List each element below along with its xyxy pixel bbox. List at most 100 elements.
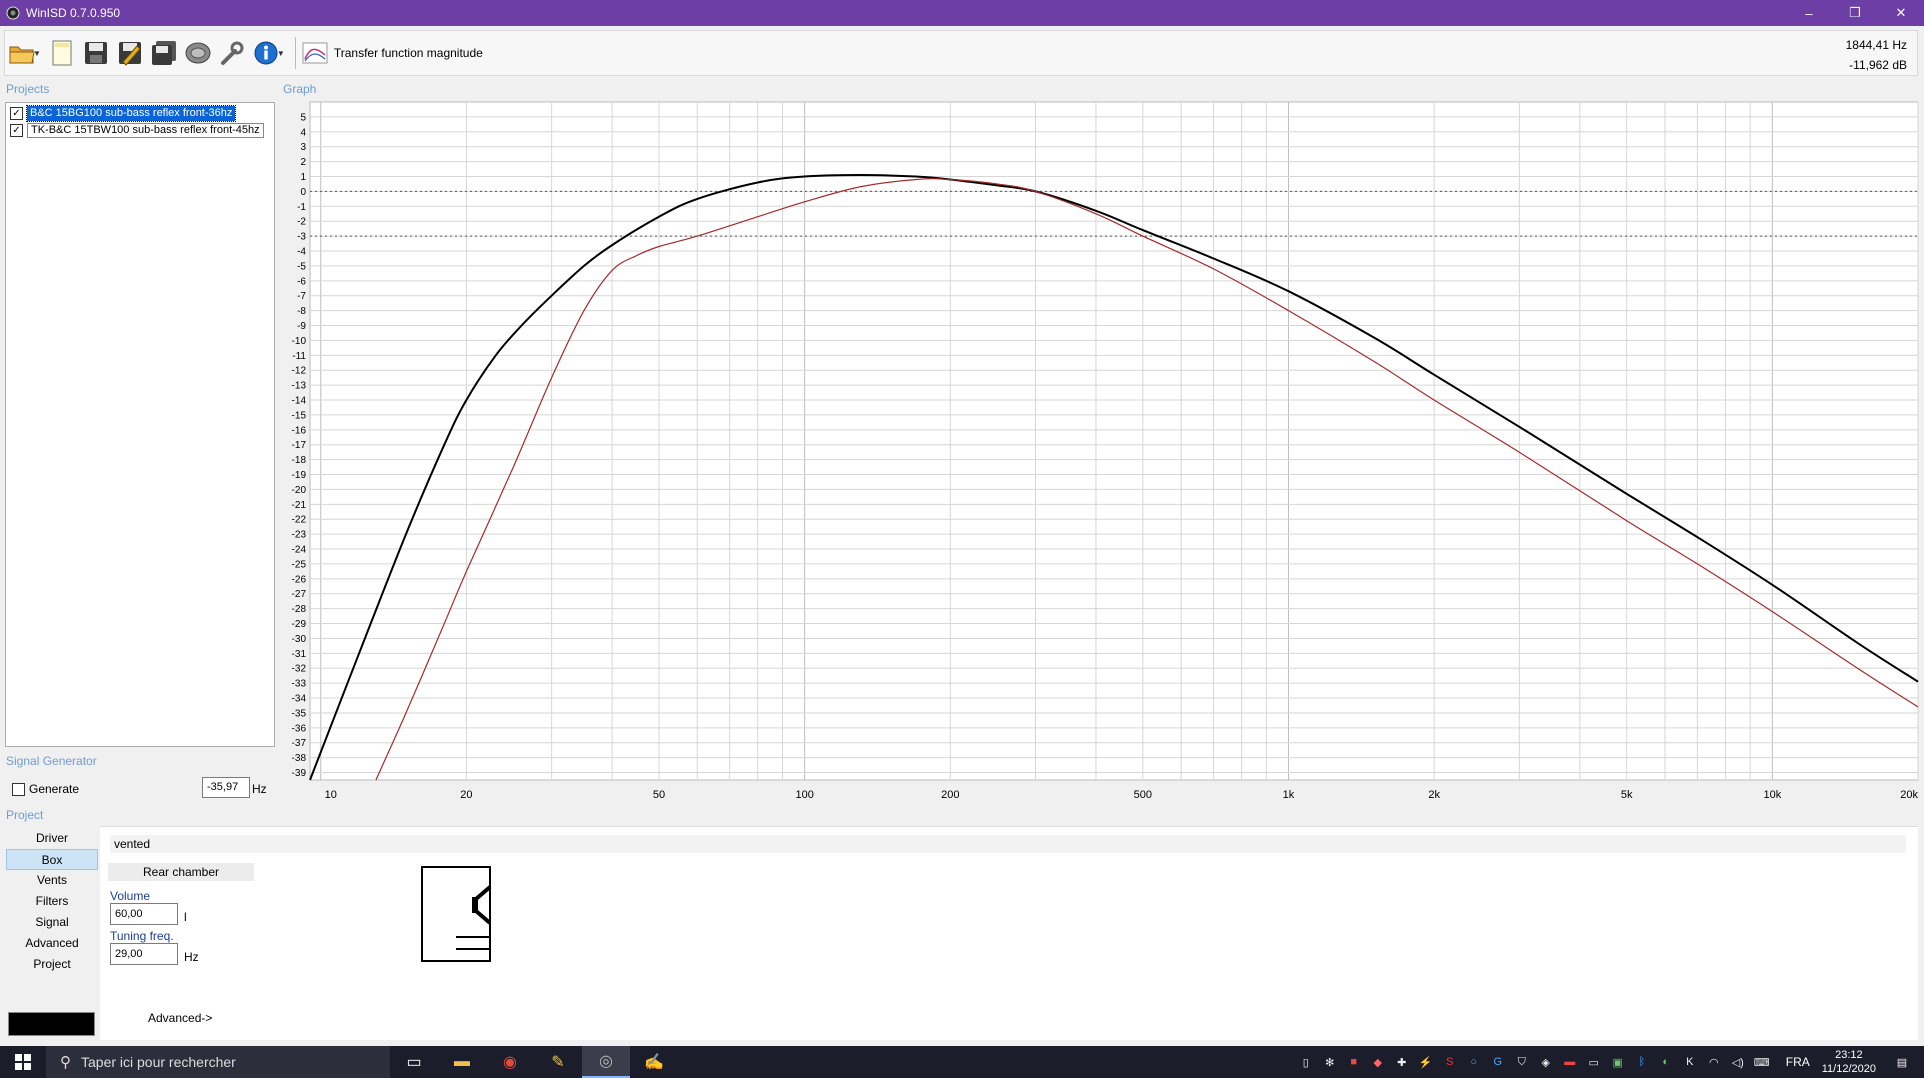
save-icon bbox=[84, 42, 107, 64]
close-button[interactable]: ✕ bbox=[1878, 0, 1924, 26]
graph-panel[interactable]: 5 4 3 2 1 0 -1 -2 -3 -4 -5 -6 -7 -8 -9 -10 -11 -12 -13 -14-… bbox=[278, 100, 1920, 810]
y-tick-label: -10 bbox=[292, 336, 307, 347]
signal-frequency-input[interactable]: -35,97 bbox=[202, 777, 250, 798]
taskbar-clock[interactable]: 23:12 11/12/2020 bbox=[1822, 1048, 1876, 1076]
nav-item-vents[interactable]: Vents bbox=[6, 870, 98, 891]
language-indicator[interactable]: FRA bbox=[1786, 1055, 1810, 1069]
box-type-selector[interactable]: vented bbox=[110, 835, 1906, 853]
nav-item-project[interactable]: Project bbox=[6, 954, 98, 975]
graph-type-selector[interactable]: Transfer function magnitude bbox=[334, 46, 483, 60]
tray-app-icon[interactable]: ✚ bbox=[1390, 1046, 1414, 1078]
tray-app-icon[interactable]: ⚡ bbox=[1414, 1046, 1438, 1078]
save-all-button[interactable] bbox=[147, 33, 181, 73]
tray-app-icon[interactable]: ✻ bbox=[1318, 1046, 1342, 1078]
volume-icon[interactable]: ◁) bbox=[1726, 1046, 1750, 1078]
volume-input[interactable]: 60,00 bbox=[110, 903, 178, 925]
tray-app-icon[interactable]: G bbox=[1486, 1046, 1510, 1078]
rear-chamber-tab[interactable]: Rear chamber bbox=[108, 863, 254, 881]
y-tick-label: -6 bbox=[297, 276, 306, 287]
info-dropdown-arrow-icon[interactable]: ▼ bbox=[277, 49, 285, 58]
y-tick-label: -25 bbox=[292, 559, 307, 570]
notifications-icon[interactable]: ▤ bbox=[1890, 1046, 1914, 1078]
y-tick-label: -16 bbox=[292, 425, 307, 436]
x-tick-label: 20 bbox=[460, 789, 472, 801]
driver-editor-button[interactable] bbox=[181, 33, 215, 73]
save-as-button[interactable] bbox=[113, 33, 147, 73]
tray-app-icon[interactable]: ▬ bbox=[1558, 1046, 1582, 1078]
transfer-function-chart[interactable]: 543210-1-2-3-4-5-6-7-8-9-10-11-12-13-14-… bbox=[278, 100, 1920, 810]
y-tick-label: -14 bbox=[292, 396, 307, 407]
y-tick-label: -38 bbox=[292, 753, 307, 764]
y-tick-label: -8 bbox=[297, 306, 306, 317]
taskbar-search-box[interactable]: ⚲ Taper ici pour rechercher bbox=[46, 1046, 390, 1078]
clock-time: 23:12 bbox=[1835, 1049, 1863, 1061]
cursor-readout: 1844,41 Hz -11,962 dB bbox=[1846, 35, 1907, 75]
generate-control[interactable]: Generate bbox=[12, 782, 79, 796]
y-tick-label: -12 bbox=[292, 366, 307, 377]
tuning-freq-input[interactable]: 29,00 bbox=[110, 943, 178, 965]
keyboard-icon[interactable]: ⌨ bbox=[1750, 1046, 1774, 1078]
tray-app-icon[interactable]: ○ bbox=[1462, 1046, 1486, 1078]
x-tick-label: 1k bbox=[1283, 789, 1295, 801]
signal-frequency-unit: Hz bbox=[252, 782, 267, 796]
winisd-taskbar-icon[interactable]: ◎ bbox=[582, 1046, 630, 1078]
project-visibility-checkbox[interactable]: ✓ bbox=[10, 106, 23, 120]
task-view-icon[interactable]: ▭ bbox=[390, 1046, 438, 1078]
tray-app-icon[interactable]: ▭ bbox=[1582, 1046, 1606, 1078]
graph-type-icon[interactable] bbox=[302, 41, 328, 65]
y-tick-label: -32 bbox=[292, 664, 307, 675]
project-name[interactable]: TK-B&C 15TBW100 sub-bass reflex front-45… bbox=[27, 122, 264, 138]
options-button[interactable] bbox=[215, 33, 249, 73]
box-panel: vented Rear chamber Volume 60,00 l Tunin… bbox=[100, 826, 1918, 1040]
x-tick-label: 100 bbox=[795, 789, 813, 801]
vented-box-diagram-icon bbox=[421, 866, 492, 962]
tray-app-icon[interactable]: S bbox=[1438, 1046, 1462, 1078]
wifi-icon[interactable]: ◠ bbox=[1702, 1046, 1726, 1078]
open-dropdown-arrow-icon[interactable]: ▼ bbox=[33, 49, 41, 58]
file-explorer-icon[interactable]: ▬ bbox=[438, 1046, 486, 1078]
generate-checkbox[interactable] bbox=[12, 782, 25, 796]
bluetooth-icon[interactable]: ᛒ bbox=[1630, 1046, 1654, 1078]
advanced-link[interactable]: Advanced-> bbox=[148, 1011, 212, 1025]
usb-icon[interactable]: ▯ bbox=[1294, 1046, 1318, 1078]
y-tick-label: -22 bbox=[292, 515, 307, 526]
projects-list[interactable]: ✓ B&C 15BG100 sub-bass reflex front-36hz… bbox=[5, 102, 275, 747]
y-tick-label: 3 bbox=[300, 142, 306, 153]
y-tick-label: -18 bbox=[292, 455, 307, 466]
nav-item-signal[interactable]: Signal bbox=[6, 912, 98, 933]
project-item[interactable]: ✓ TK-B&C 15TBW100 sub-bass reflex front-… bbox=[10, 122, 264, 138]
start-button[interactable] bbox=[0, 1046, 46, 1078]
nav-item-box[interactable]: Box bbox=[6, 849, 98, 870]
dropbox-icon[interactable]: ◈ bbox=[1534, 1046, 1558, 1078]
cursor-frequency-readout: 1844,41 Hz bbox=[1845, 38, 1907, 52]
speaker-icon bbox=[185, 42, 211, 64]
volume-unit: l bbox=[184, 910, 187, 924]
tray-app-icon[interactable]: ◐ bbox=[1654, 1046, 1678, 1078]
project-name[interactable]: B&C 15BG100 sub-bass reflex front-36hz bbox=[25, 104, 237, 122]
project-item[interactable]: ✓ B&C 15BG100 sub-bass reflex front-36hz bbox=[10, 104, 237, 122]
y-tick-label: -31 bbox=[292, 649, 307, 660]
wrench-icon bbox=[220, 41, 244, 65]
shield-icon[interactable]: ⛉ bbox=[1510, 1046, 1534, 1078]
y-tick-label: -13 bbox=[292, 381, 307, 392]
tray-app-icon[interactable]: K bbox=[1678, 1046, 1702, 1078]
notepad-icon[interactable]: ✍ bbox=[630, 1046, 678, 1078]
y-tick-label: 0 bbox=[300, 187, 306, 198]
x-tick-label: 5k bbox=[1621, 789, 1633, 801]
project-color-swatch[interactable] bbox=[8, 1012, 95, 1036]
chrome-icon[interactable]: ◉ bbox=[486, 1046, 534, 1078]
nav-item-filters[interactable]: Filters bbox=[6, 891, 98, 912]
new-project-button[interactable] bbox=[45, 33, 79, 73]
title-bar: WinISD 0.7.0.950 – ❐ ✕ bbox=[0, 0, 1924, 26]
project-visibility-checkbox[interactable]: ✓ bbox=[10, 123, 23, 137]
tray-app-icon[interactable]: ◆ bbox=[1366, 1046, 1390, 1078]
minimize-button[interactable]: – bbox=[1786, 0, 1832, 26]
y-tick-label: -1 bbox=[297, 202, 306, 213]
save-button[interactable] bbox=[79, 33, 113, 73]
nav-item-advanced[interactable]: Advanced bbox=[6, 933, 98, 954]
pinned-app-icon[interactable]: ✎ bbox=[534, 1046, 582, 1078]
nav-item-driver[interactable]: Driver bbox=[6, 828, 98, 849]
tray-app-icon[interactable]: ▣ bbox=[1606, 1046, 1630, 1078]
restore-button[interactable]: ❐ bbox=[1832, 0, 1878, 26]
tray-app-icon[interactable]: ■ bbox=[1342, 1046, 1366, 1078]
